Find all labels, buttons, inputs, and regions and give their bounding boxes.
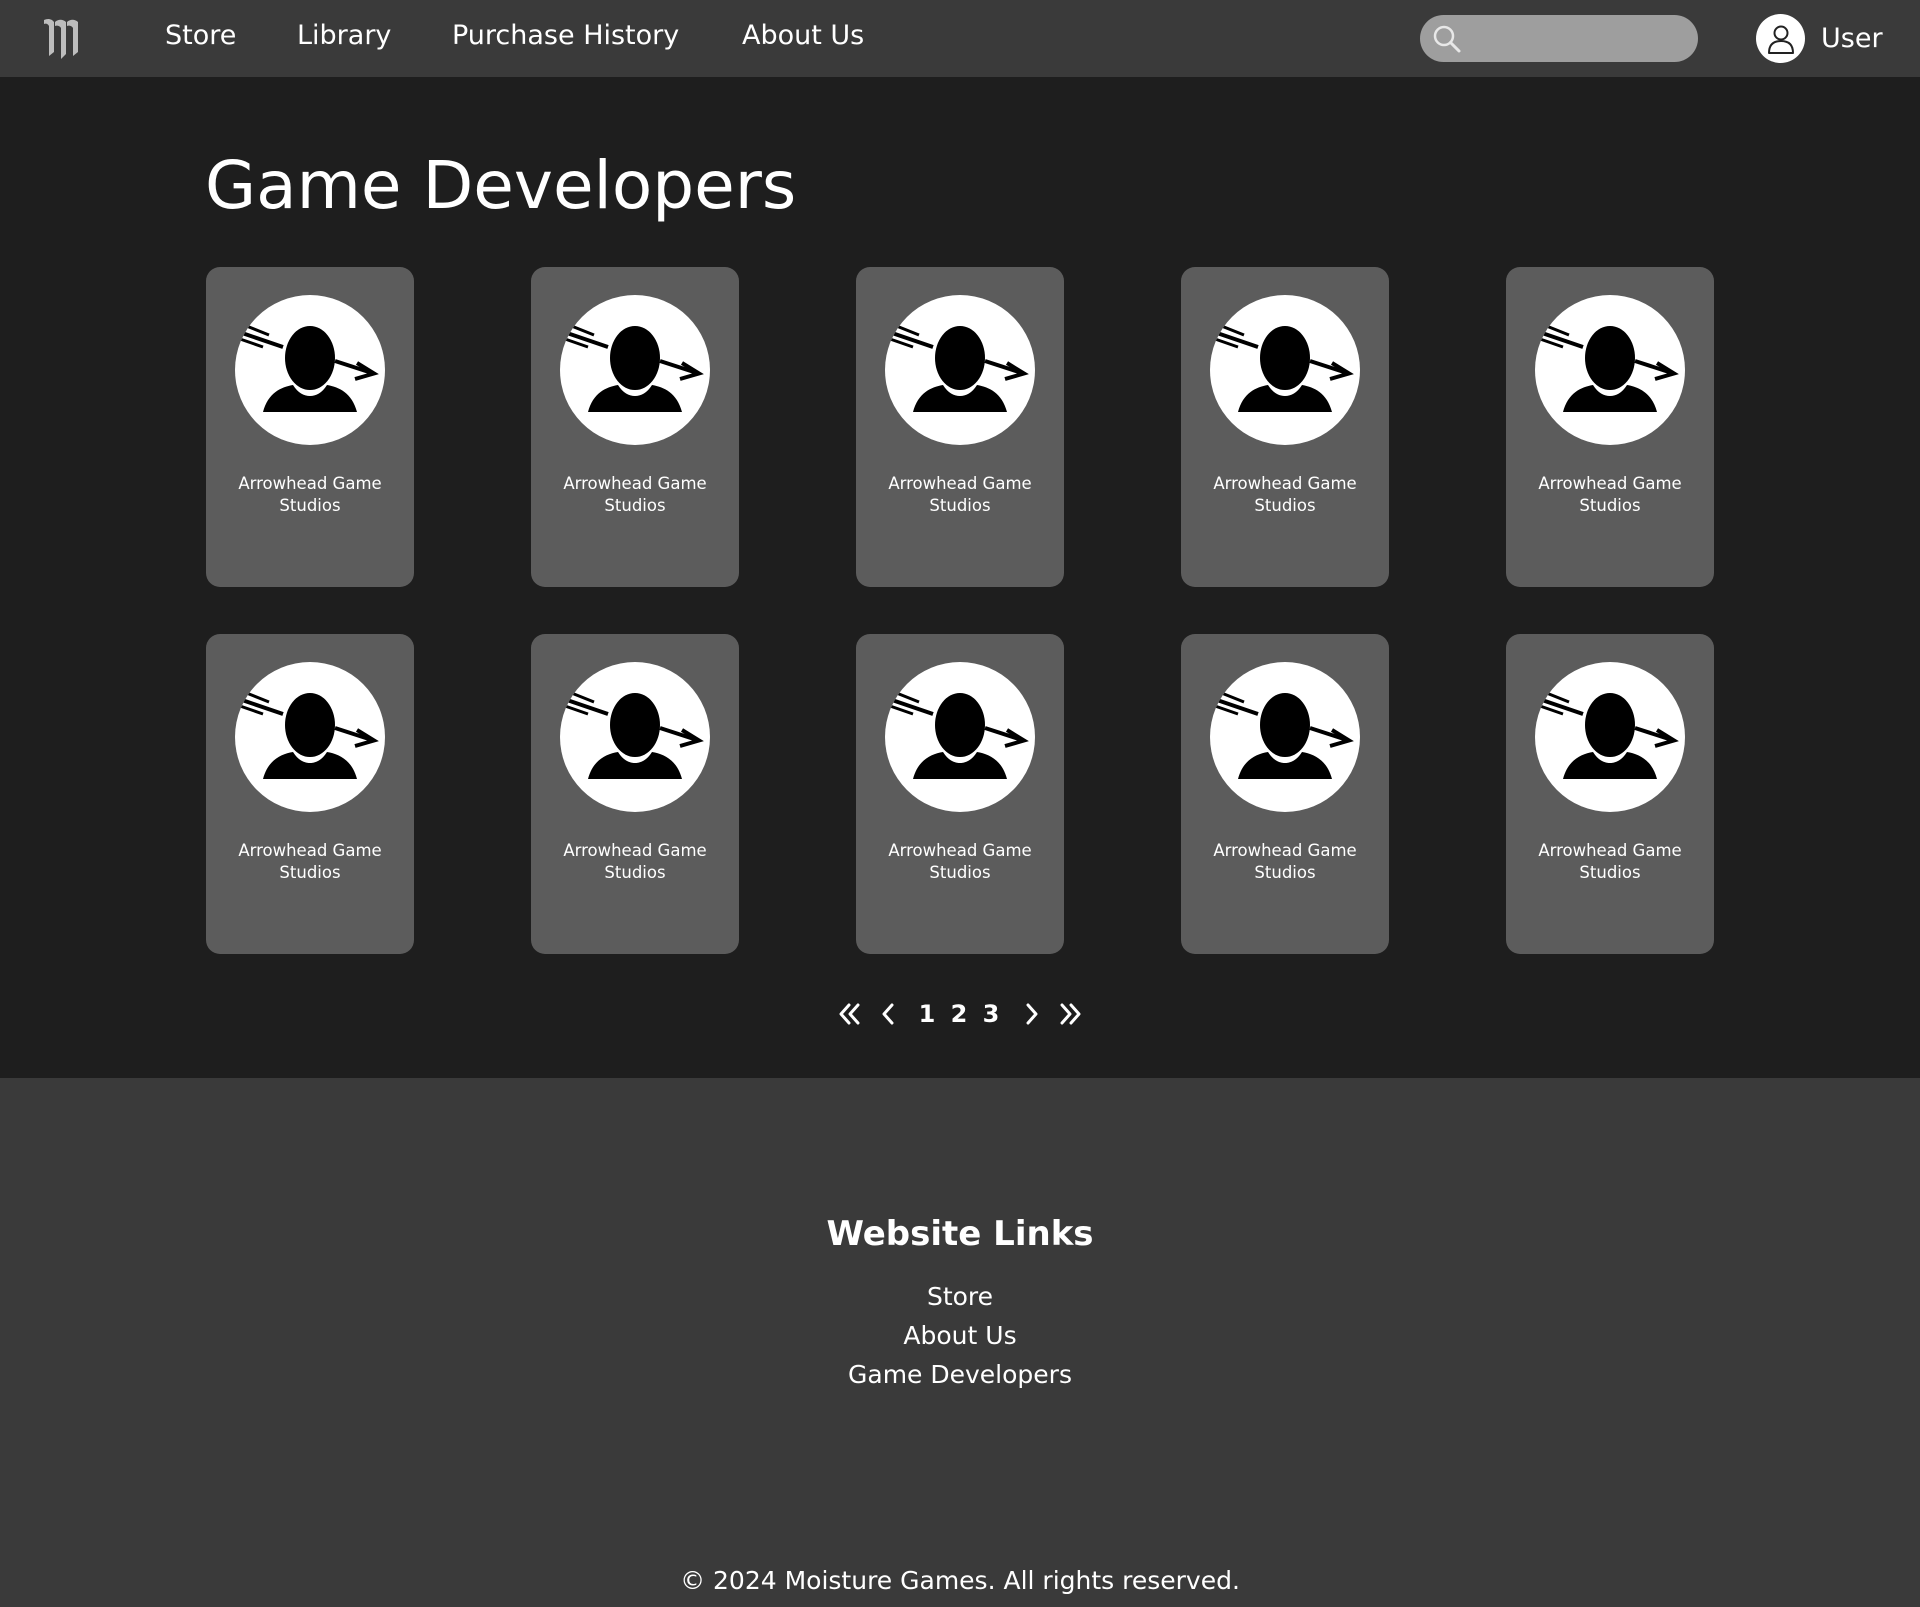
developer-name: Arrowhead Game Studios (238, 841, 382, 882)
developer-card[interactable]: Arrowhead Game Studios (1506, 267, 1714, 587)
main-content: Game Developers Arrowhead Game Studios Ar… (0, 77, 1920, 1078)
developer-name: Arrowhead Game Studios (563, 474, 707, 515)
nav-store-link[interactable]: Store (165, 20, 236, 51)
developer-logo-icon (885, 662, 1035, 812)
developer-name: Arrowhead Game Studios (888, 841, 1032, 882)
developer-name: Arrowhead Game Studios (1538, 841, 1682, 882)
developer-logo-icon (1535, 662, 1685, 812)
developer-card[interactable]: Arrowhead Game Studios (1181, 634, 1389, 954)
developer-logo-icon (560, 295, 710, 445)
site-footer: Website Links Store About Us Game Develo… (0, 1078, 1920, 1607)
page-1-link[interactable]: 1 (914, 997, 940, 1031)
moisture-games-logo-icon[interactable] (42, 16, 80, 60)
developer-name: Arrowhead Game Studios (1213, 474, 1357, 515)
developer-logo-icon (560, 662, 710, 812)
footer-game-developers-link[interactable]: Game Developers (0, 1360, 1920, 1389)
double-chevron-left-icon[interactable] (834, 997, 864, 1031)
user-avatar-icon[interactable] (1756, 14, 1805, 63)
developer-card[interactable]: Arrowhead Game Studios (856, 634, 1064, 954)
top-navbar: Store Library Purchase History About Us … (0, 0, 1920, 77)
footer-about-us-link[interactable]: About Us (0, 1321, 1920, 1350)
user-menu[interactable]: User (1756, 14, 1883, 63)
developer-card[interactable]: Arrowhead Game Studios (1506, 634, 1714, 954)
footer-heading: Website Links (826, 1214, 1094, 1254)
search-bar[interactable] (1420, 15, 1698, 62)
developer-name: Arrowhead Game Studios (238, 474, 382, 515)
developer-card[interactable]: Arrowhead Game Studios (206, 634, 414, 954)
developer-logo-icon (235, 295, 385, 445)
developer-name: Arrowhead Game Studios (1213, 841, 1357, 882)
developer-name: Arrowhead Game Studios (563, 841, 707, 882)
developer-card[interactable]: Arrowhead Game Studios (531, 634, 739, 954)
copyright-text: © 2024 Moisture Games. All rights reserv… (680, 1566, 1240, 1595)
chevron-right-icon[interactable] (1020, 997, 1044, 1031)
developer-logo-icon (1535, 295, 1685, 445)
developer-name: Arrowhead Game Studios (1538, 474, 1682, 515)
developer-card[interactable]: Arrowhead Game Studios (531, 267, 739, 587)
page-2-link[interactable]: 2 (946, 997, 972, 1031)
user-label[interactable]: User (1821, 23, 1883, 54)
search-icon[interactable] (1432, 24, 1462, 54)
developer-card[interactable]: Arrowhead Game Studios (206, 267, 414, 587)
nav-about-us-link[interactable]: About Us (742, 20, 864, 51)
double-chevron-right-icon[interactable] (1056, 997, 1086, 1031)
developer-logo-icon (1210, 295, 1360, 445)
page-3-link[interactable]: 3 (978, 997, 1004, 1031)
developer-logo-icon (885, 295, 1035, 445)
search-input[interactable] (1470, 23, 1685, 54)
chevron-left-icon[interactable] (876, 997, 900, 1031)
developer-logo-icon (235, 662, 385, 812)
developer-logo-icon (1210, 662, 1360, 812)
nav-library-link[interactable]: Library (297, 20, 391, 51)
developer-card[interactable]: Arrowhead Game Studios (856, 267, 1064, 587)
page-title: Game Developers (205, 147, 797, 224)
nav-purchase-history-link[interactable]: Purchase History (452, 20, 679, 51)
developer-name: Arrowhead Game Studios (888, 474, 1032, 515)
developer-card[interactable]: Arrowhead Game Studios (1181, 267, 1389, 587)
footer-store-link[interactable]: Store (0, 1282, 1920, 1311)
